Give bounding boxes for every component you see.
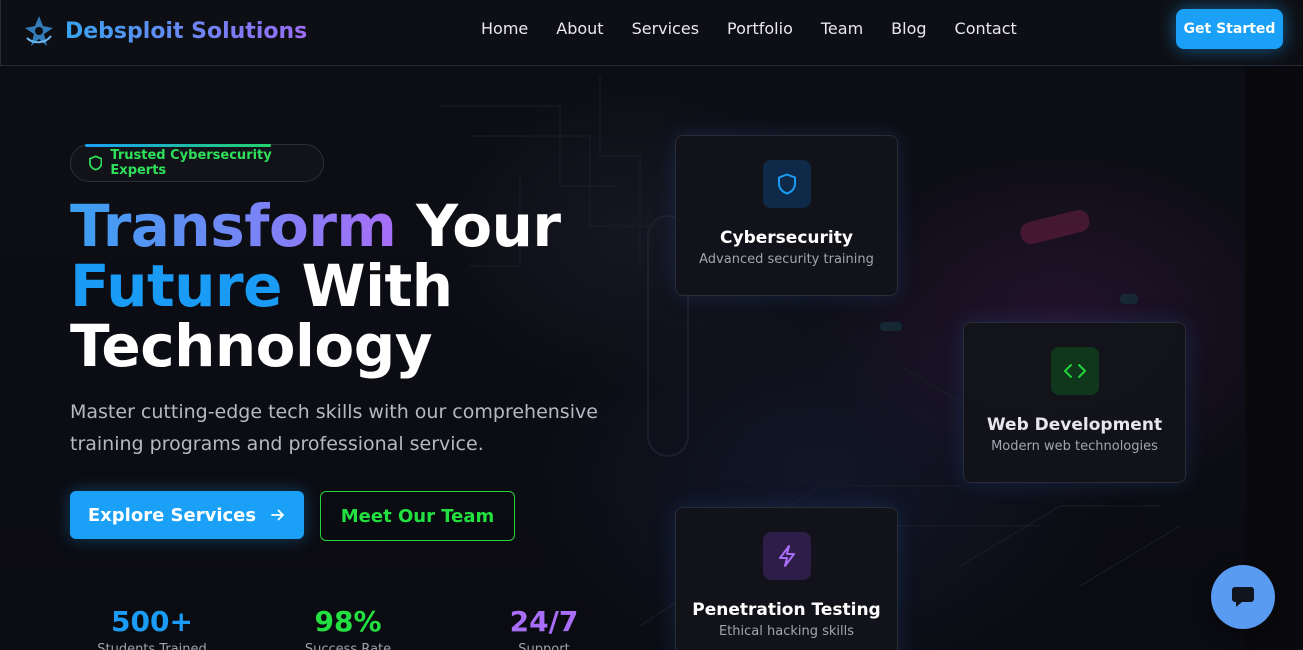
code-icon <box>1063 364 1086 378</box>
stat-support: 24/7 Support <box>464 604 624 650</box>
brand-name: Debsploit Solutions <box>65 18 308 44</box>
badge-label: Trusted Cybersecurity Experts <box>110 148 272 178</box>
card-icon-wrap <box>762 160 811 208</box>
hero-subtitle: Master cutting-edge tech skills with our… <box>70 401 598 455</box>
card-cybersecurity[interactable]: Cybersecurity Advanced security training <box>675 135 898 296</box>
card-icon-wrap <box>762 532 811 580</box>
get-started-button[interactable]: Get Started <box>1176 9 1283 49</box>
stat-value: 98% <box>314 605 382 638</box>
headline-word-technology: Technology <box>70 312 433 380</box>
right-edge-strip <box>1245 66 1303 650</box>
shield-icon <box>89 155 103 171</box>
card-title: Penetration Testing <box>692 600 881 620</box>
nav-services[interactable]: Services <box>632 19 699 38</box>
stat-label: Students Trained <box>97 642 207 650</box>
card-subtitle: Ethical hacking skills <box>718 624 855 639</box>
brand-logo[interactable]: Debsploit Solutions <box>23 14 307 48</box>
card-title: Cybersecurity <box>720 228 853 248</box>
shield-icon <box>777 173 796 195</box>
stat-value: 500+ <box>111 605 193 638</box>
card-icon-wrap <box>1050 347 1099 395</box>
card-subtitle: Modern web technologies <box>991 439 1158 454</box>
chat-widget-button[interactable] <box>1211 565 1275 629</box>
nav-home[interactable]: Home <box>481 19 528 38</box>
trust-badge: Trusted Cybersecurity Experts <box>70 144 324 182</box>
chat-bubble-icon <box>1232 587 1254 607</box>
nav-team[interactable]: Team <box>821 19 863 38</box>
headline-word-future: Future <box>70 252 282 320</box>
stat-label: Support <box>518 642 570 650</box>
hero-headline: Transform Your Future With Technology <box>70 196 561 376</box>
card-penetration-testing[interactable]: Penetration Testing Ethical hacking skil… <box>675 507 898 650</box>
nav-about[interactable]: About <box>556 19 603 38</box>
lightning-icon <box>778 545 795 567</box>
explore-services-label: Explore Services <box>87 504 257 526</box>
nav-contact[interactable]: Contact <box>955 19 1017 38</box>
meet-our-team-button[interactable]: Meet Our Team <box>320 491 515 541</box>
stat-students: 500+ Students Trained <box>72 604 232 650</box>
headline-word-with: With <box>281 252 453 320</box>
card-title: Web Development <box>986 415 1163 435</box>
headline-word-transform: Transform <box>70 192 397 260</box>
main-nav: Home About Services Portfolio Team Blog … <box>481 19 1045 38</box>
nav-portfolio[interactable]: Portfolio <box>727 19 793 38</box>
top-navbar: Debsploit Solutions Home About Services … <box>0 0 1303 66</box>
explore-services-button[interactable]: Explore Services <box>70 491 304 539</box>
nav-blog[interactable]: Blog <box>891 19 926 38</box>
logo-icon <box>25 16 53 46</box>
stat-label: Success Rate <box>304 642 392 650</box>
card-subtitle: Advanced security training <box>699 252 874 267</box>
arrow-right-icon <box>271 509 285 521</box>
headline-word-your: Your <box>396 192 561 260</box>
stat-value: 24/7 <box>509 605 579 638</box>
stat-success: 98% Success Rate <box>268 604 428 650</box>
card-web-development[interactable]: Web Development Modern web technologies <box>963 322 1186 483</box>
